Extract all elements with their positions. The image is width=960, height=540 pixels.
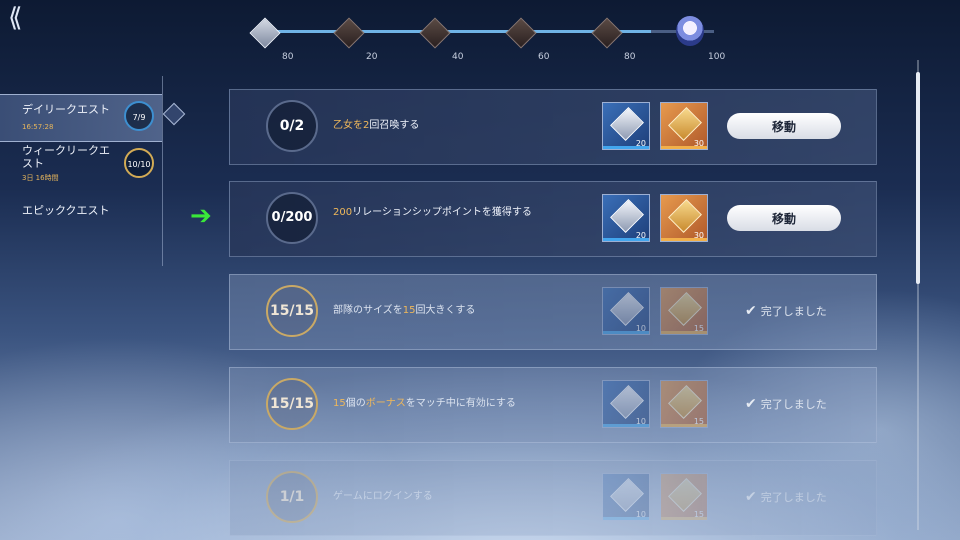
milestone-chest-icon: [333, 17, 365, 49]
milestone-label: 60: [538, 52, 550, 62]
milestone-6[interactable]: 100: [672, 14, 725, 62]
crystal-icon: [610, 385, 644, 419]
reward-card: 15: [660, 380, 708, 428]
crystal-icon: [610, 107, 644, 141]
completed-status: ✔ 完了しました: [745, 396, 827, 412]
completed-status: ✔ 完了しました: [745, 489, 827, 505]
reward-card[interactable]: 30: [660, 194, 708, 242]
move-button[interactable]: 移動: [727, 205, 841, 231]
milestone-2[interactable]: 20: [330, 14, 377, 62]
crystal-icon: [610, 292, 644, 326]
quest-description: 部隊のサイズを15回大きくする: [333, 305, 476, 316]
quest-card: 0/2 乙女を2回召喚する 20 30 移動: [229, 89, 877, 165]
character-avatar-icon: [676, 16, 704, 46]
quest-progress: 1/1: [266, 471, 318, 523]
reward-card: 15: [660, 287, 708, 335]
pointer-arrow-icon: ➔: [190, 201, 212, 231]
milestone-crystal-icon: [249, 17, 281, 49]
quest-card: 0/200 200リレーションシップポイントを獲得する 20 30 移動: [229, 181, 877, 257]
completed-status: ✔ 完了しました: [745, 303, 827, 319]
gold-card-icon: [668, 385, 702, 419]
gold-card-icon: [668, 478, 702, 512]
milestone-3[interactable]: 40: [416, 14, 463, 62]
scrollbar-thumb[interactable]: [916, 72, 920, 284]
reward-crystal[interactable]: 20: [602, 102, 650, 150]
reward-card[interactable]: 30: [660, 102, 708, 150]
quest-description: 15個のボーナスをマッチ中に有効にする: [333, 398, 516, 409]
milestone-label: 80: [282, 52, 294, 62]
milestone-chest-icon: [505, 17, 537, 49]
tab-progress-ring: 10/10: [124, 148, 154, 178]
quest-progress: 15/15: [266, 378, 318, 430]
reward-crystal: 10: [602, 380, 650, 428]
milestone-label: 100: [708, 52, 726, 62]
check-icon: ✔: [745, 303, 757, 319]
gold-card-icon: [668, 292, 702, 326]
tab-title: エピッククエスト: [22, 204, 110, 217]
quest-category-sidebar: デイリークエスト 16:57:28 7/9 ウィークリークエスト 3日 16時間…: [0, 90, 162, 265]
back-button[interactable]: ⟪: [8, 4, 44, 32]
quest-progress: 15/15: [266, 285, 318, 337]
reward-crystal: 10: [602, 473, 650, 521]
quest-card-completed: 15/15 部隊のサイズを15回大きくする 10 15 ✔ 完了しました: [229, 274, 877, 350]
tab-epic-quest[interactable]: エピッククエスト: [0, 190, 162, 236]
check-icon: ✔: [745, 489, 757, 505]
active-tab-indicator: [162, 96, 186, 136]
quest-card-completed: 1/1 ゲームにログインする 10 15 ✔ 完了しました: [229, 460, 877, 536]
milestone-1[interactable]: 80: [246, 14, 293, 62]
gold-card-icon: [668, 107, 702, 141]
crystal-icon: [610, 478, 644, 512]
quest-progress: 0/2: [266, 100, 318, 152]
tab-title: デイリークエスト: [22, 103, 110, 116]
back-arrow-icon: ⟪: [8, 3, 23, 33]
milestone-chest-icon: [419, 17, 451, 49]
tab-progress-ring: 7/9: [124, 101, 154, 131]
quest-card-completed: 15/15 15個のボーナスをマッチ中に有効にする 10 15 ✔ 完了しました: [229, 367, 877, 443]
milestone-label: 80: [624, 52, 636, 62]
tab-weekly-quest[interactable]: ウィークリークエスト 3日 16時間 10/10: [0, 140, 162, 186]
milestone-label: 20: [366, 52, 378, 62]
milestone-label: 40: [452, 52, 464, 62]
tab-title: ウィークリークエスト: [22, 144, 110, 170]
check-icon: ✔: [745, 396, 757, 412]
crystal-icon: [610, 199, 644, 233]
milestone-5[interactable]: 80: [588, 14, 635, 62]
milestone-4[interactable]: 60: [502, 14, 549, 62]
quest-description: 200リレーションシップポイントを獲得する: [333, 207, 532, 218]
reward-crystal[interactable]: 20: [602, 194, 650, 242]
tab-daily-quest[interactable]: デイリークエスト 16:57:28 7/9: [0, 94, 162, 142]
tab-timer: 16:57:28: [22, 123, 54, 131]
tab-timer: 3日 16時間: [22, 174, 59, 182]
milestone-chest-icon: [591, 17, 623, 49]
gold-card-icon: [668, 199, 702, 233]
quest-description: 乙女を2回召喚する: [333, 120, 420, 131]
quest-description: ゲームにログインする: [333, 491, 433, 502]
move-button[interactable]: 移動: [727, 113, 841, 139]
quest-progress: 0/200: [266, 192, 318, 244]
reward-card: 15: [660, 473, 708, 521]
reward-crystal: 10: [602, 287, 650, 335]
